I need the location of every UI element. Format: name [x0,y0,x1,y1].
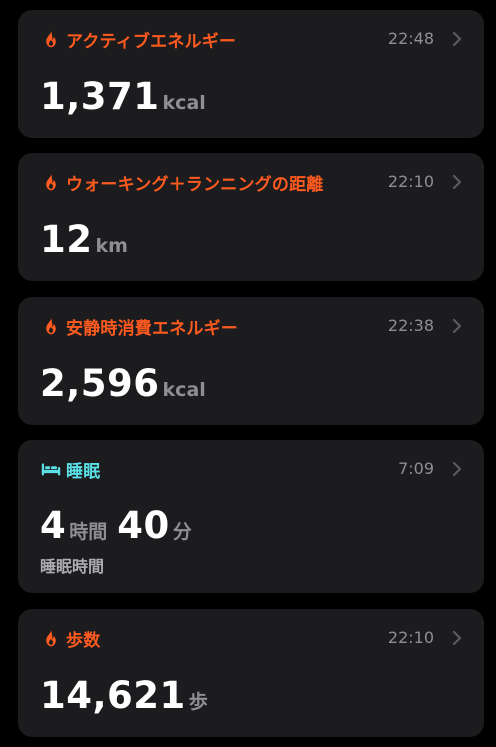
value-row: 1,371 kcal [40,75,206,118]
chevron-right-icon[interactable] [450,316,464,336]
hours-unit: 時間 [69,521,108,543]
chevron-right-icon[interactable] [450,29,464,49]
value: 1,371 [40,75,160,118]
card-title: ウォーキング＋ランニングの距離 [66,174,324,195]
unit: kcal [162,379,206,401]
card-header: 歩数 22:10 [40,625,464,651]
card-title: 睡眠 [66,461,101,482]
unit: kcal [162,92,206,114]
chevron-right-icon[interactable] [450,172,464,192]
card-title: 歩数 [66,630,101,651]
value-row: 12 km [40,218,128,261]
steps-card[interactable]: 歩数 22:10 14,621 歩 [18,609,484,737]
unit: km [95,235,128,257]
card-header: 安静時消費エネルギー 22:38 [40,313,464,339]
bed-icon [41,463,61,476]
value-row: 2,596 kcal [40,362,206,405]
last-updated-time: 22:10 [387,628,434,647]
card-title-wrap: 歩数 [40,625,100,651]
last-updated-time: 7:09 [398,459,434,478]
card-title-wrap: アクティブエネルギー [40,26,236,52]
last-updated-time: 22:38 [387,316,434,335]
last-updated-time: 22:48 [387,29,434,48]
flame-icon [46,30,56,48]
flame-icon [46,629,56,647]
sleep-subtitle: 睡眠時間 [40,557,105,576]
walking-running-distance-card[interactable]: ウォーキング＋ランニングの距離 22:10 12 km [18,153,484,281]
card-header: アクティブエネルギー 22:48 [40,26,464,52]
card-title: 安静時消費エネルギー [66,318,238,339]
last-updated-time: 22:10 [387,172,434,191]
card-title-wrap: 睡眠 [40,456,100,482]
card-header: ウォーキング＋ランニングの距離 22:10 [40,169,464,195]
card-title-wrap: 安静時消費エネルギー [40,313,238,339]
card-title: アクティブエネルギー [66,31,237,52]
card-title-wrap: ウォーキング＋ランニングの距離 [40,169,324,195]
flame-icon [46,173,56,191]
active-energy-card[interactable]: アクティブエネルギー 22:48 1,371 kcal [18,10,484,138]
sleep-hours: 4 [40,504,67,547]
value: 14,621 [40,674,186,717]
value-row: 14,621 歩 [40,674,208,717]
sleep-card[interactable]: 睡眠 7:09 4 時間 40 分 睡眠時間 [18,440,484,593]
sleep-duration-row: 4 時間 40 分 [40,504,192,547]
resting-energy-card[interactable]: 安静時消費エネルギー 22:38 2,596 kcal [18,297,484,425]
card-header: 睡眠 7:09 [40,456,464,482]
unit: 歩 [188,691,208,713]
minutes-unit: 分 [172,521,192,543]
chevron-right-icon[interactable] [450,628,464,648]
chevron-right-icon[interactable] [450,459,464,479]
value: 2,596 [40,362,160,405]
sleep-minutes: 40 [117,504,170,547]
flame-icon [46,317,56,335]
value: 12 [40,218,93,261]
